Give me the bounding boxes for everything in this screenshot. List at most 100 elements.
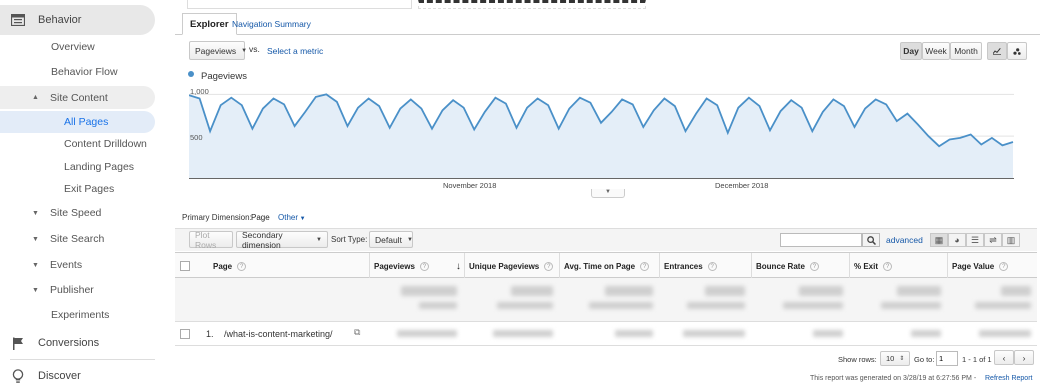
percentage-view-button[interactable]: ◕ [948, 233, 966, 247]
day-button-label: Day [903, 46, 919, 56]
help-icon: ? [640, 261, 650, 271]
nav-behavior-label: Behavior [38, 14, 82, 26]
search-icon [866, 235, 876, 245]
caret-down-icon: ▼ [32, 261, 39, 269]
nav-overview-label: Overview [51, 41, 95, 53]
pivot-view-button[interactable]: ▥ [1002, 233, 1020, 247]
behavior-icon [10, 12, 26, 28]
chevron-left-icon: ‹ [1002, 352, 1006, 363]
tab-navigation-summary-label: Navigation Summary [232, 19, 311, 29]
nav-all-pages[interactable]: All Pages [0, 111, 155, 133]
blurred-value [497, 302, 553, 309]
nav-publisher[interactable]: ▼ Publisher [0, 279, 155, 301]
caret-down-icon: ▼ [32, 235, 39, 243]
col-unique-pageviews[interactable]: Unique Pageviews? [464, 253, 559, 279]
blurred-value [401, 286, 457, 296]
sort-type-label: Sort Type: [331, 235, 368, 244]
caret-up-icon: ▲ [32, 94, 39, 101]
nav-conversions[interactable]: Conversions [0, 328, 155, 358]
secondary-dimension-label: Secondary dimension [242, 229, 283, 250]
metric-select[interactable]: Pageviews ▼ [189, 41, 248, 60]
nav-events[interactable]: ▼ Events [0, 254, 155, 276]
nav-overview[interactable]: Overview [0, 36, 155, 58]
nav-conversions-label: Conversions [38, 337, 100, 349]
chart-collapse-handle[interactable]: ▼ [591, 189, 625, 198]
select-all-checkbox[interactable] [180, 261, 190, 271]
blurred-value [897, 286, 941, 296]
row-checkbox[interactable] [180, 329, 190, 339]
nav-content-drilldown[interactable]: Content Drilldown [0, 133, 155, 155]
next-page-button[interactable]: › [1014, 350, 1034, 365]
bars-icon: ☰ [970, 234, 980, 245]
col-pageviews[interactable]: Pageviews? ↓ [369, 253, 464, 279]
row-page-link[interactable]: /what-is-content-marketing/ [224, 329, 333, 339]
table-search-input[interactable] [780, 233, 862, 247]
nav-site-search[interactable]: ▼ Site Search [0, 228, 155, 250]
tab-navigation-summary[interactable]: Navigation Summary [225, 13, 318, 35]
day-button[interactable]: Day [900, 42, 922, 60]
secondary-dimension-select[interactable]: Secondary dimension ▼ [236, 229, 328, 250]
motion-chart-button[interactable] [1007, 42, 1027, 60]
plot-rows-button[interactable]: Plot Rows [189, 229, 233, 250]
week-button-label: Week [925, 46, 947, 56]
comparison-view-button[interactable]: ⇌ [984, 233, 1002, 247]
primary-dimension-page[interactable]: Page [251, 213, 270, 222]
table-search-button[interactable] [862, 233, 880, 247]
table-header: Page? Pageviews? ↓ Unique Pageviews? Avg.… [175, 252, 1037, 279]
totals-row [175, 278, 1037, 322]
data-view-button[interactable]: ▦ [930, 233, 948, 247]
col-bounce-rate[interactable]: Bounce Rate? [751, 253, 849, 279]
goto-input[interactable] [936, 351, 958, 366]
sort-type-select[interactable]: Default ▼ [369, 231, 413, 248]
blurred-value [705, 286, 745, 296]
nav-behavior-flow[interactable]: Behavior Flow [0, 61, 155, 83]
line-chart-button[interactable] [987, 42, 1007, 60]
plot-rows-label: Plot Rows [195, 229, 217, 250]
pagination-range: 1 - 1 of 1 [962, 355, 992, 364]
col-pageviews-label: Pageviews [374, 261, 415, 271]
nav-site-content[interactable]: ▲ Site Content [0, 86, 155, 109]
blurred-value [1001, 286, 1031, 296]
col-page-value[interactable]: Page Value? [947, 253, 1037, 279]
advanced-link[interactable]: advanced [886, 235, 923, 245]
refresh-report-link[interactable]: Refresh Report [985, 375, 1032, 382]
caret-down-icon: ▼ [241, 47, 248, 54]
prev-page-button[interactable]: ‹ [994, 350, 1014, 365]
nav-landing-pages[interactable]: Landing Pages [0, 156, 155, 178]
blurred-value [799, 286, 843, 296]
col-page[interactable]: Page? [195, 253, 369, 279]
nav-site-speed-label: Site Speed [50, 207, 102, 219]
month-button[interactable]: Month [950, 42, 982, 60]
nav-all-pages-label: All Pages [64, 116, 109, 128]
show-rows-select[interactable]: 10 ⇕ [880, 351, 910, 366]
help-icon: ? [999, 261, 1009, 271]
week-button[interactable]: Week [922, 42, 950, 60]
pageviews-chart [189, 93, 1014, 179]
tab-explorer-label: Explorer [190, 18, 229, 30]
nav-experiments[interactable]: Experiments [0, 304, 155, 326]
lightbulb-icon [10, 368, 26, 384]
col-avg-time-label: Avg. Time on Page [564, 261, 636, 271]
primary-dimension-other[interactable]: Other ▼ [278, 213, 306, 222]
pageviews-area [189, 94, 1013, 178]
performance-view-button[interactable]: ☰ [966, 233, 984, 247]
x-label-november: November 2018 [443, 181, 497, 190]
nav-behavior[interactable]: Behavior [0, 5, 155, 35]
caret-down-icon: ▼ [406, 236, 413, 243]
select-metric-link[interactable]: Select a metric [267, 46, 323, 56]
help-icon: ? [883, 261, 893, 271]
top-box-left [187, 0, 412, 9]
blurred-value [783, 302, 843, 309]
nav-site-speed[interactable]: ▼ Site Speed [0, 202, 155, 224]
nav-exit-pages[interactable]: Exit Pages [0, 178, 155, 200]
nav-site-search-label: Site Search [50, 233, 105, 245]
col-entrances[interactable]: Entrances? [659, 253, 751, 279]
open-external-icon[interactable]: ⧉ [354, 327, 360, 338]
col-avg-time[interactable]: Avg. Time on Page? [559, 253, 659, 279]
nav-discover[interactable]: Discover [0, 361, 155, 391]
nav-content-drilldown-label: Content Drilldown [64, 138, 147, 150]
blurred-value [511, 286, 553, 296]
sidebar: Behavior Overview Behavior Flow ▲ Site C… [0, 0, 160, 391]
col-exit[interactable]: % Exit? [849, 253, 947, 279]
tab-bar: Explorer Navigation Summary [175, 13, 1040, 35]
